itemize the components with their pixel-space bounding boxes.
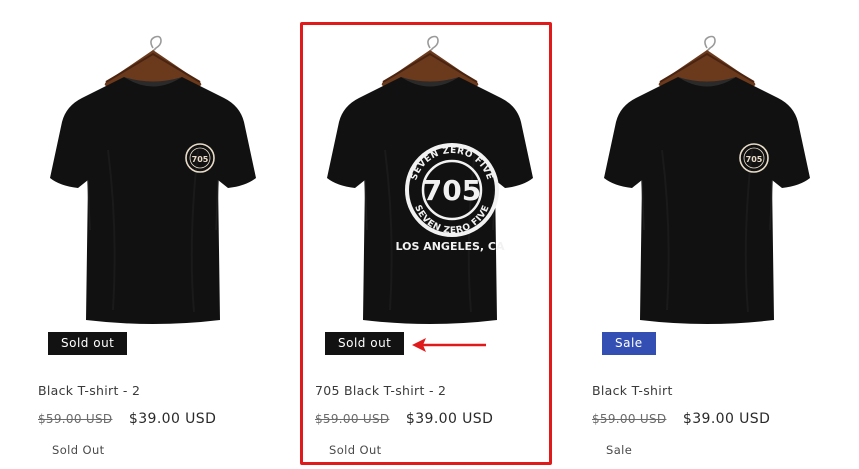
- product-title[interactable]: 705 Black T-shirt - 2: [315, 383, 446, 398]
- product-title[interactable]: Black T-shirt: [592, 383, 673, 398]
- regular-price: $59.00 USD: [38, 412, 113, 426]
- sale-badge: Sale: [602, 332, 656, 355]
- sold-out-badge: Sold out: [325, 332, 405, 355]
- stock-status: Sale: [606, 443, 633, 457]
- shirt-front-logo-icon: 705: [603, 35, 811, 325]
- print-center-text: 705: [423, 174, 481, 207]
- sale-price: $39.00 USD: [405, 411, 494, 427]
- print-location-text: LOS ANGELES, CA: [395, 240, 505, 253]
- product-image[interactable]: SEVEN ZERO FIVE SEVEN ZERO FIVE 705 LOS …: [305, 30, 555, 330]
- sale-price: $39.00 USD: [682, 411, 771, 427]
- product-image[interactable]: 705: [28, 30, 278, 330]
- sold-out-badge: Sold out: [48, 332, 128, 355]
- product-title[interactable]: Black T-shirt - 2: [38, 383, 140, 398]
- shirt-back-logo-icon: SEVEN ZERO FIVE SEVEN ZERO FIVE 705 LOS …: [326, 35, 534, 325]
- shirt-front-logo-icon: 705: [49, 35, 257, 325]
- product-card[interactable]: SEVEN ZERO FIVE SEVEN ZERO FIVE 705 LOS …: [305, 0, 555, 469]
- price-row: $59.00 USD $39.00 USD: [315, 410, 493, 428]
- price-row: $59.00 USD $39.00 USD: [592, 410, 770, 428]
- regular-price: $59.00 USD: [592, 412, 667, 426]
- product-image[interactable]: 705: [582, 30, 832, 330]
- product-card[interactable]: 705 Sold out Black T-shirt - 2 $59.00 US…: [28, 0, 278, 469]
- product-card[interactable]: 705 Sale Black T-shirt $59.00 USD $39.00…: [582, 0, 832, 469]
- price-row: $59.00 USD $39.00 USD: [38, 410, 216, 428]
- svg-text:705: 705: [746, 155, 763, 164]
- stock-status: Sold Out: [52, 443, 105, 457]
- stock-status: Sold Out: [329, 443, 382, 457]
- sale-price: $39.00 USD: [128, 411, 217, 427]
- regular-price: $59.00 USD: [315, 412, 390, 426]
- left-arrow-icon: [412, 338, 486, 352]
- svg-text:705: 705: [192, 155, 209, 164]
